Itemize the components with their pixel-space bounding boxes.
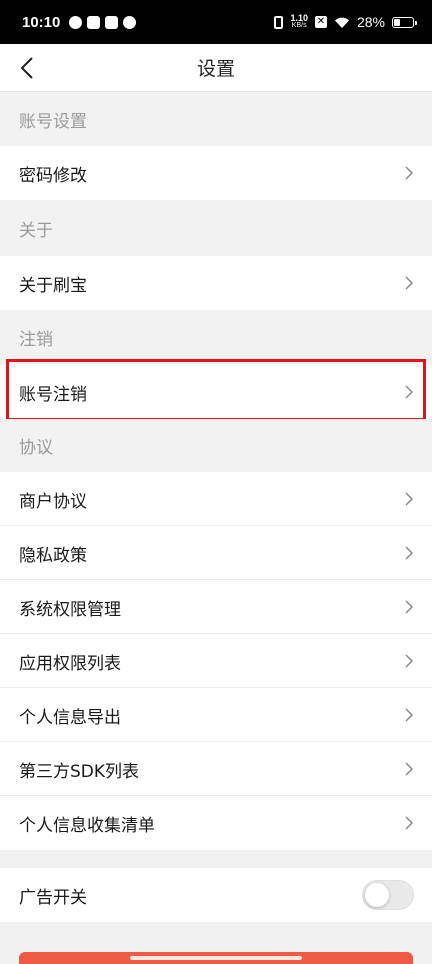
row-account-cancellation[interactable]: 账号注销 [0, 365, 432, 419]
row-personal-info-collection-list[interactable]: 个人信息收集清单 [0, 796, 432, 850]
row-system-permissions[interactable]: 系统权限管理 [0, 580, 432, 634]
section-header-cancel: 注销 [0, 310, 432, 365]
row-label: 账号注销 [19, 384, 87, 405]
row-about-app[interactable]: 关于刷宝 [0, 256, 432, 310]
section-header-label: 协议 [19, 438, 53, 458]
battery-percent: 28% [356, 14, 385, 30]
row-ad-switch: 广告开关 [0, 868, 432, 922]
toggle-knob [365, 883, 389, 907]
status-indicators: 1.10 KB/s ✕ 28% [274, 14, 417, 30]
row-label: 第三方SDK列表 [19, 761, 140, 782]
chevron-right-icon [404, 815, 414, 831]
status-bar: 10:10 1.10 KB/s ✕ 28% [0, 0, 432, 44]
row-privacy-policy[interactable]: 隐私政策 [0, 526, 432, 580]
chevron-right-icon [404, 653, 414, 669]
row-merchant-agreement[interactable]: 商户协议 [0, 472, 432, 526]
section-header-agreements: 协议 [0, 419, 432, 472]
sim-off-icon: ✕ [314, 16, 327, 28]
section-header-account: 账号设置 [0, 93, 432, 146]
row-label: 商户协议 [19, 491, 87, 512]
row-label: 系统权限管理 [19, 599, 121, 620]
row-personal-info-export[interactable]: 个人信息导出 [0, 688, 432, 742]
mail-notification-icon [87, 15, 101, 29]
chevron-left-icon [20, 57, 33, 79]
row-app-permission-list[interactable]: 应用权限列表 [0, 634, 432, 688]
chevron-right-icon [404, 384, 414, 400]
row-label: 个人信息导出 [19, 707, 121, 728]
nav-bar: 设置 [0, 44, 432, 92]
status-time: 10:10 [22, 13, 61, 31]
app-notification-icon [69, 15, 83, 29]
chevron-right-icon [404, 165, 414, 181]
chevron-right-icon [404, 491, 414, 507]
chevron-right-icon [404, 761, 414, 777]
row-label: 隐私政策 [19, 545, 87, 566]
chevron-right-icon [404, 275, 414, 291]
wifi-icon [334, 17, 349, 28]
home-indicator [130, 956, 302, 960]
row-label: 关于刷宝 [19, 275, 87, 296]
row-label: 个人信息收集清单 [19, 815, 155, 836]
vibrate-icon [274, 15, 284, 29]
row-third-party-sdk-list[interactable]: 第三方SDK列表 [0, 742, 432, 796]
chevron-right-icon [404, 545, 414, 561]
section-header-label: 注销 [19, 330, 53, 350]
page-title: 设置 [196, 58, 235, 80]
chevron-right-icon [404, 707, 414, 723]
network-speed-value: 1.10 [290, 13, 308, 23]
section-header-label: 账号设置 [19, 112, 87, 132]
network-speed-unit: KB/s [291, 22, 307, 29]
section-header-label: 关于 [19, 220, 53, 241]
chevron-right-icon [404, 599, 414, 615]
back-button[interactable] [14, 54, 40, 82]
ad-toggle-switch[interactable] [362, 880, 414, 910]
row-label: 广告开关 [19, 887, 87, 908]
wechat-notification-icon [123, 15, 137, 29]
section-header-about: 关于 [0, 200, 432, 256]
app-store-notification-icon [105, 15, 119, 29]
settings-screen: 10:10 1.10 KB/s ✕ 28% 设置 账号设置 密码修改 关于 关于… [0, 0, 432, 964]
row-label: 密码修改 [19, 165, 87, 186]
row-label: 应用权限列表 [19, 653, 121, 674]
battery-icon [392, 16, 417, 28]
notification-icons [69, 15, 137, 29]
row-change-password[interactable]: 密码修改 [0, 146, 432, 200]
network-speed: 1.10 KB/s [290, 14, 308, 30]
